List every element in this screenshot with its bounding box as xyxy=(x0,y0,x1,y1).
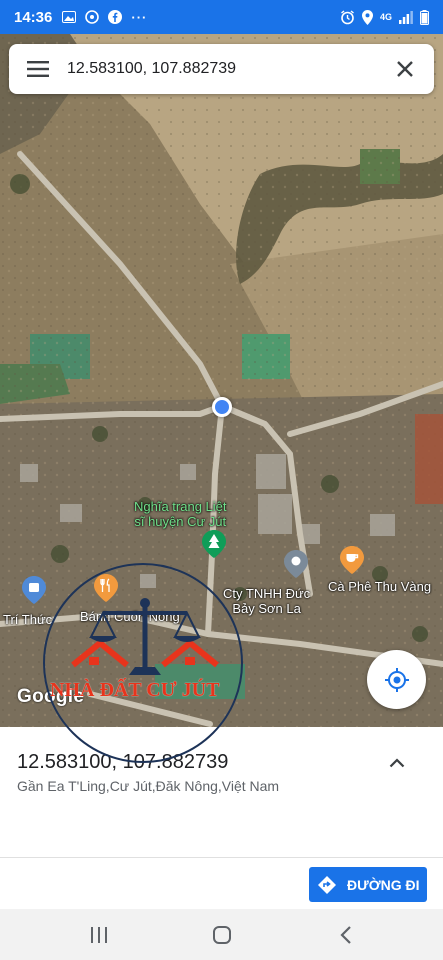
facebook-icon xyxy=(108,10,123,24)
cafe-pin-icon[interactable] xyxy=(340,546,364,574)
4g-icon: 4G xyxy=(379,12,392,22)
map-label-school[interactable]: Trí Thức xyxy=(3,612,52,627)
image-icon xyxy=(62,11,77,23)
more-icon: ··· xyxy=(131,9,148,25)
satellite-imagery xyxy=(0,34,443,727)
hamburger-menu-icon[interactable] xyxy=(23,54,53,84)
map-view[interactable]: Nghĩa trang Liệt sĩ huyện Cư Jút Cty TNH… xyxy=(0,34,443,727)
restaurant-pin-icon[interactable] xyxy=(94,574,118,602)
recent-apps-icon[interactable] xyxy=(86,922,112,948)
home-icon[interactable] xyxy=(209,922,235,948)
chevron-up-icon[interactable] xyxy=(383,749,411,777)
location-icon xyxy=(361,9,373,25)
place-coordinates: 12.583100, 107.882739 xyxy=(17,751,229,773)
place-address: Gần Ea T'Ling,Cư Jút,Đăk Nông,Việt Nam xyxy=(17,778,280,794)
maps-icon xyxy=(85,10,100,24)
map-label-company[interactable]: Cty TNHH Đức Bảy Sơn La xyxy=(223,586,310,616)
search-query-text[interactable]: 12.583100, 107.882739 xyxy=(67,60,390,78)
close-icon[interactable] xyxy=(390,54,420,84)
alarm-icon xyxy=(341,9,354,24)
watermark-text: NHÀ ĐẤT CƯ JÚT xyxy=(50,679,220,701)
current-location-dot xyxy=(212,397,232,417)
signal-icon xyxy=(399,10,413,24)
crosshair-icon xyxy=(384,667,409,692)
map-label-bakery[interactable]: Bánh Cuốn Nóng xyxy=(80,609,180,624)
company-pin-icon[interactable] xyxy=(284,550,308,578)
search-bar[interactable]: 12.583100, 107.882739 xyxy=(9,44,434,94)
school-pin-icon[interactable] xyxy=(22,576,46,604)
system-nav-bar xyxy=(0,909,443,960)
back-icon[interactable] xyxy=(333,922,359,948)
place-info-sheet[interactable]: 12.583100, 107.882739 Gần Ea T'Ling,Cư J… xyxy=(0,727,443,857)
directions-label: ĐƯỜNG ĐI xyxy=(347,876,420,893)
my-location-button[interactable] xyxy=(367,650,426,709)
cemetery-pin-icon[interactable] xyxy=(202,530,226,558)
map-label-cemetery[interactable]: Nghĩa trang Liệt sĩ huyện Cư Jút xyxy=(134,499,227,529)
directions-icon xyxy=(318,875,336,894)
status-time: 14:36 xyxy=(14,8,53,26)
directions-button[interactable]: ĐƯỜNG ĐI xyxy=(309,867,427,902)
status-bar: 14:36 ··· 4G xyxy=(0,0,443,34)
battery-icon xyxy=(420,9,429,25)
action-bar: ĐƯỜNG ĐI xyxy=(0,857,443,909)
map-label-cafe[interactable]: Cà Phê Thu Vàng xyxy=(328,579,431,594)
